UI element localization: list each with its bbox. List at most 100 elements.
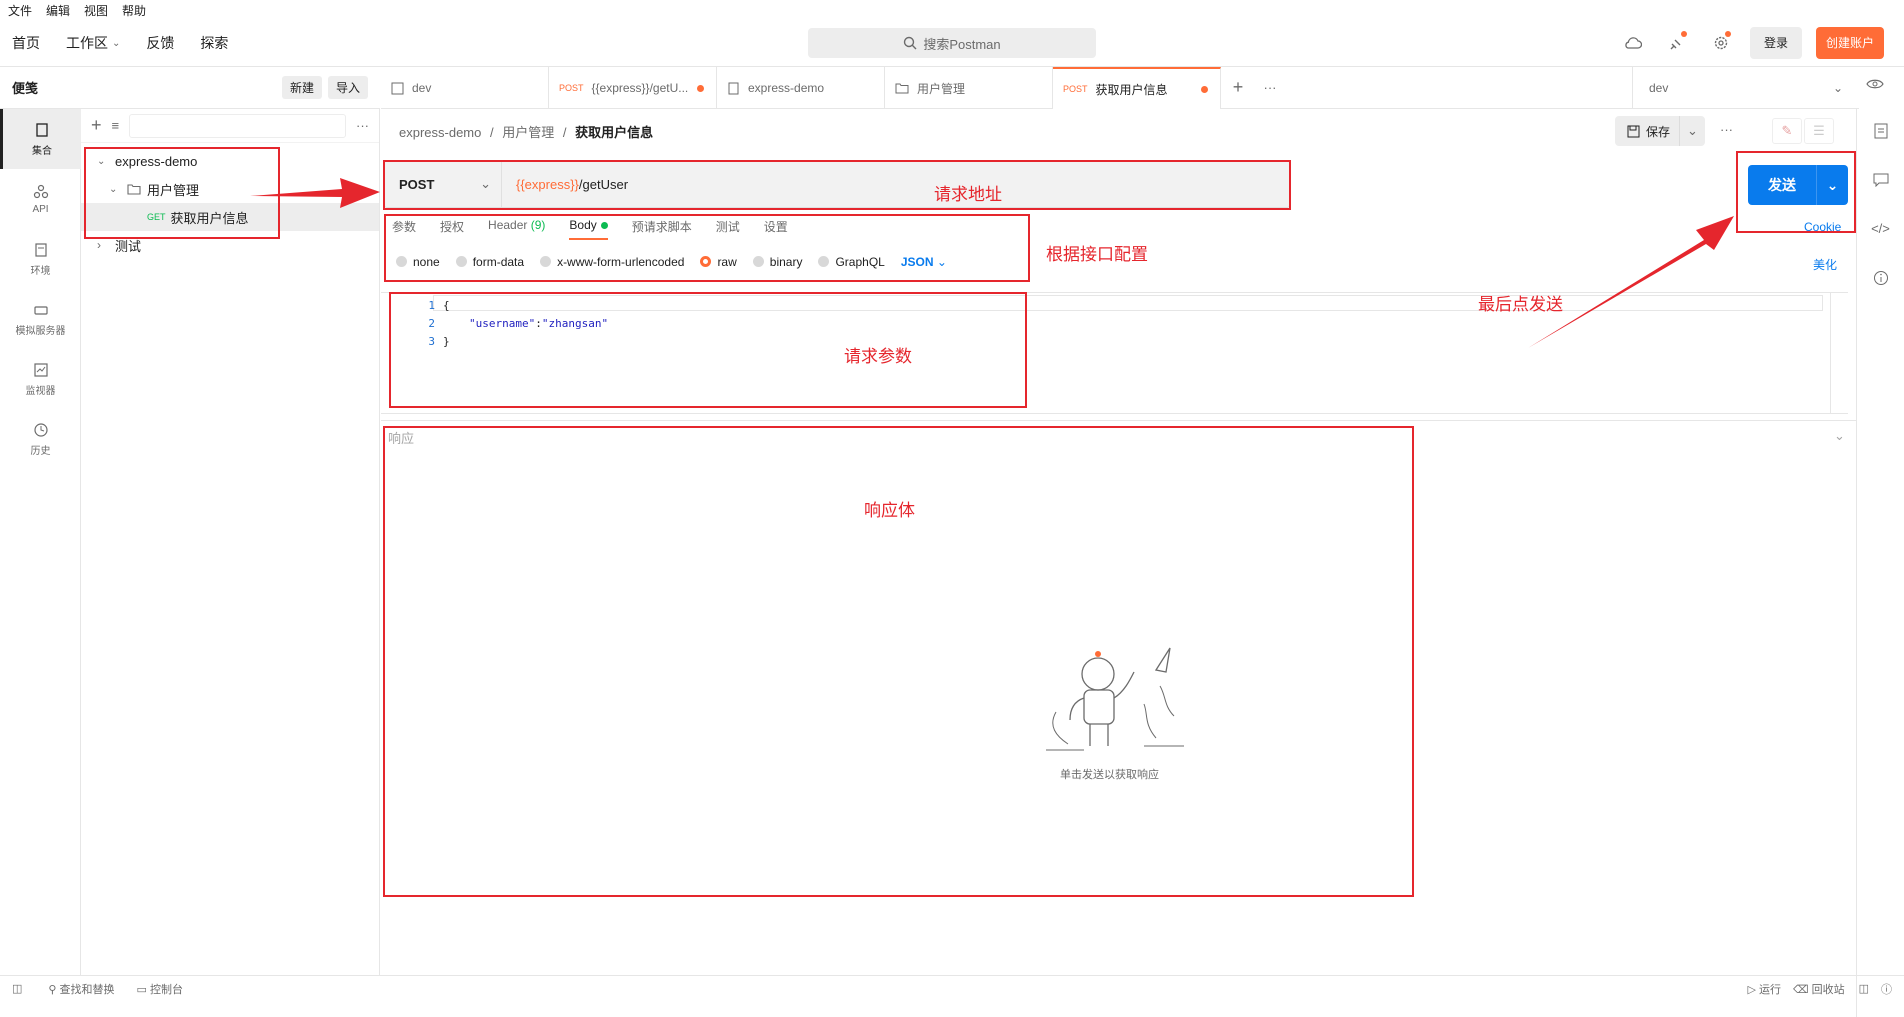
rail-api[interactable]: API [0, 169, 81, 229]
comments-icon[interactable] [1873, 173, 1889, 187]
monitor-icon [33, 362, 48, 377]
more-tabs-icon[interactable]: ··· [1255, 67, 1285, 108]
annotation-arrow-send [1528, 216, 1734, 348]
environment-label: dev [1649, 81, 1669, 95]
rail-monitors[interactable]: 监视器 [0, 349, 81, 409]
signup-button[interactable]: 创建账户 [1815, 27, 1884, 59]
menu-edit[interactable]: 编辑 [46, 2, 70, 19]
tab-collection[interactable]: express-demo [717, 67, 885, 109]
save-label: 保存 [1646, 124, 1671, 139]
beautify-link[interactable]: 美化 [1813, 256, 1837, 273]
chevron-down-icon[interactable]: ⌄ [1834, 428, 1845, 444]
tab-method: POST [559, 83, 584, 93]
unsaved-dot [1201, 85, 1208, 93]
runner-label: 运行 [1758, 983, 1781, 996]
import-button[interactable]: 导入 [327, 76, 368, 99]
breadcrumb-collection[interactable]: express-demo [399, 125, 481, 140]
nav-workspace-label: 工作区 [66, 35, 108, 51]
help-icon[interactable]: ⓘ [1881, 981, 1892, 997]
trash-button[interactable]: ⌫ 回收站 [1793, 981, 1845, 997]
sidebar-header: 便笺 新建 导入 [0, 67, 380, 109]
chevron-right-icon: › [97, 238, 101, 252]
filter-icon[interactable]: ≡ [112, 118, 120, 133]
code-icon[interactable]: </> [1871, 221, 1890, 236]
rail-environments[interactable]: 环境 [0, 229, 81, 289]
notification-dot [1724, 31, 1731, 37]
cloud-sync-icon[interactable] [1618, 28, 1648, 58]
nav-workspace[interactable]: 工作区 ⌄ [66, 33, 120, 53]
breadcrumb-separator: / [562, 125, 567, 140]
response-divider [381, 420, 1856, 421]
menu-help[interactable]: 帮助 [122, 2, 146, 19]
breadcrumb-folder[interactable]: 用户管理 [502, 125, 554, 140]
chevron-down-icon: ⌄ [1832, 81, 1843, 95]
add-icon[interactable]: + [91, 115, 102, 136]
toggle-sidebar-icon[interactable]: ◫ [12, 982, 22, 995]
new-button[interactable]: 新建 [281, 76, 322, 99]
gear-icon[interactable] [1706, 28, 1736, 58]
tab-label: express-demo [748, 81, 825, 95]
info-icon[interactable] [1873, 270, 1889, 286]
top-right-actions: 登录 创建账户 [1618, 26, 1884, 60]
server-icon [33, 305, 48, 315]
search-placeholder: 搜索Postman [923, 36, 1001, 52]
annotation-box-send [1736, 151, 1856, 233]
rail-history[interactable]: 历史 [0, 409, 81, 469]
tab-request[interactable]: POST {{express}}/getU... [549, 67, 717, 109]
environment-icon [34, 242, 47, 257]
tab-active-request[interactable]: POST 获取用户信息 [1053, 67, 1221, 109]
eye-icon[interactable] [1866, 78, 1884, 93]
documentation-icon[interactable] [1874, 123, 1888, 139]
find-replace-button[interactable]: ⚲ 查找和替换 [48, 981, 114, 997]
folder-icon [895, 83, 909, 94]
unsaved-dot [697, 84, 704, 92]
annotation-label-body: 响应体 [864, 501, 915, 520]
edit-icon[interactable]: ✎ [1772, 118, 1802, 144]
rail-label: 环境 [30, 265, 51, 277]
save-icon [1627, 125, 1640, 137]
collection-icon [728, 82, 739, 94]
api-icon [33, 184, 48, 198]
annotation-label-config: 根据接口配置 [1046, 245, 1148, 264]
editor-scrollbar[interactable] [1830, 293, 1840, 413]
tab-folder[interactable]: 用户管理 [885, 67, 1053, 109]
rail-label: API [32, 203, 49, 215]
collections-icon [36, 122, 48, 137]
menu-bar: 文件 编辑 视图 帮助 [0, 0, 1904, 20]
description-icon[interactable]: ☰ [1804, 118, 1834, 144]
rail-collections[interactable]: 集合 [0, 109, 81, 169]
environment-selector[interactable]: dev ⌄ [1632, 67, 1859, 109]
trash-label: 回收站 [1811, 983, 1845, 996]
tab-dev[interactable]: dev [381, 67, 549, 109]
save-dropdown-button[interactable]: ⌄ [1679, 116, 1705, 146]
breadcrumb-request: 获取用户信息 [575, 125, 654, 140]
console-button[interactable]: ▭ 控制台 [137, 981, 183, 997]
search-icon [904, 36, 917, 50]
history-icon [33, 422, 48, 437]
new-tab-button[interactable]: + [1221, 67, 1255, 108]
satellite-icon[interactable] [1662, 28, 1692, 58]
more-actions-icon[interactable]: ··· [1720, 122, 1733, 137]
login-button[interactable]: 登录 [1749, 27, 1802, 59]
console-label: 控制台 [149, 983, 183, 996]
menu-view[interactable]: 视图 [84, 2, 108, 19]
filter-input[interactable] [129, 113, 346, 138]
nav-explore[interactable]: 探索 [200, 33, 228, 53]
status-bar: ◫ ⚲ 查找和替换 ▭ 控制台 ▷ 运行 ⌫ 回收站 ◫ ⓘ [0, 975, 1904, 1001]
annotation-box-config [384, 214, 1030, 282]
annotation-box-url [383, 160, 1291, 210]
nav-feedback[interactable]: 反馈 [146, 33, 174, 53]
tab-label: 用户管理 [917, 81, 966, 96]
more-icon[interactable]: ··· [356, 118, 369, 133]
menu-file[interactable]: 文件 [8, 2, 32, 19]
runner-button[interactable]: ▷ 运行 [1747, 981, 1781, 997]
environment-icon [391, 82, 404, 94]
rail-mock-servers[interactable]: 模拟服务器 [0, 289, 81, 349]
find-label: 查找和替换 [59, 983, 115, 996]
tab-label: 获取用户信息 [1095, 82, 1168, 97]
rail-label: 集合 [32, 145, 52, 157]
rail-label: 模拟服务器 [15, 325, 66, 337]
search-bar[interactable]: 搜索Postman [808, 28, 1096, 58]
two-pane-icon[interactable]: ◫ [1859, 982, 1869, 995]
nav-home[interactable]: 首页 [12, 33, 40, 53]
